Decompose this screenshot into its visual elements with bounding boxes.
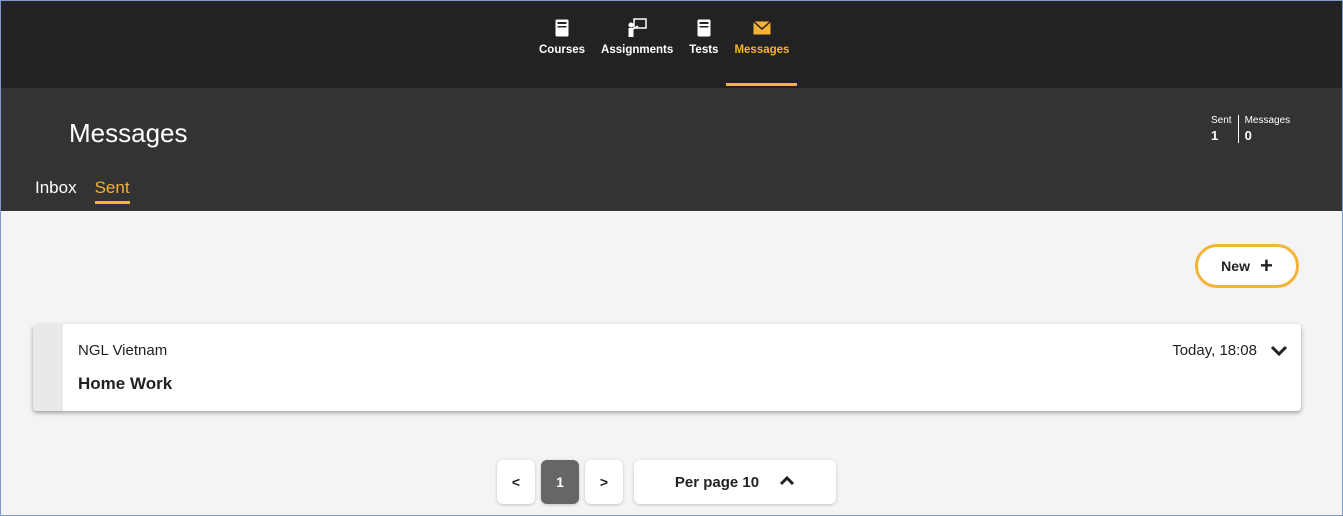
tab-inbox[interactable]: Inbox [35,178,77,202]
nav-item-label: Assignments [601,44,674,56]
page-header: Messages Inbox Sent Sent 1 Messages 0 [1,88,1342,211]
document-icon [697,17,711,39]
per-page-label: Per page 10 [674,473,760,491]
plus-icon: + [1259,253,1273,278]
nav-item-label: Courses [539,44,586,56]
nav-item-label: Messages [734,44,790,56]
nav-item-tests[interactable]: Tests [681,17,726,87]
prev-page-button[interactable]: < [497,460,535,504]
book-icon [555,17,569,39]
nav-item-courses[interactable]: Courses [531,17,593,87]
stat-value: 0 [1244,128,1252,143]
stat-value: 1 [1211,128,1219,143]
message-subject: Home Work [78,374,173,393]
top-navigation: Courses Assignments Tests Messages [1,1,1342,88]
envelope-icon [752,17,771,39]
stat-label: Sent [1211,115,1232,126]
card-strip [33,324,63,411]
new-message-button[interactable]: New + [1195,244,1299,288]
page-title: Messages [69,118,188,148]
nav-item-messages[interactable]: Messages [726,17,798,87]
message-tabs: Inbox Sent [35,178,130,204]
message-sender: NGL Vietnam [78,342,168,359]
nav-items: Courses Assignments Tests Messages [531,17,798,87]
stat-sent: Sent 1 [1211,115,1239,143]
message-list-item[interactable]: NGL Vietnam Home Work Today, 18:08 [33,324,1301,411]
next-page-button[interactable]: > [585,460,623,504]
message-stats: Sent 1 Messages 0 [1211,115,1296,143]
chevron-down-icon[interactable] [1269,342,1289,360]
page-button-current[interactable]: 1 [541,460,579,504]
tab-sent[interactable]: Sent [94,178,130,204]
nav-item-label: Tests [689,44,719,56]
new-button-label: New [1221,258,1250,274]
chevron-up-icon [779,474,795,491]
pagination: < 1 > [497,460,623,504]
stat-messages: Messages 0 [1239,115,1297,143]
presentation-icon [627,17,647,39]
stat-label: Messages [1244,115,1291,126]
nav-item-assignments[interactable]: Assignments [593,17,681,87]
per-page-select[interactable]: Per page 10 [634,460,836,504]
message-date: Today, 18:08 [1172,342,1257,359]
